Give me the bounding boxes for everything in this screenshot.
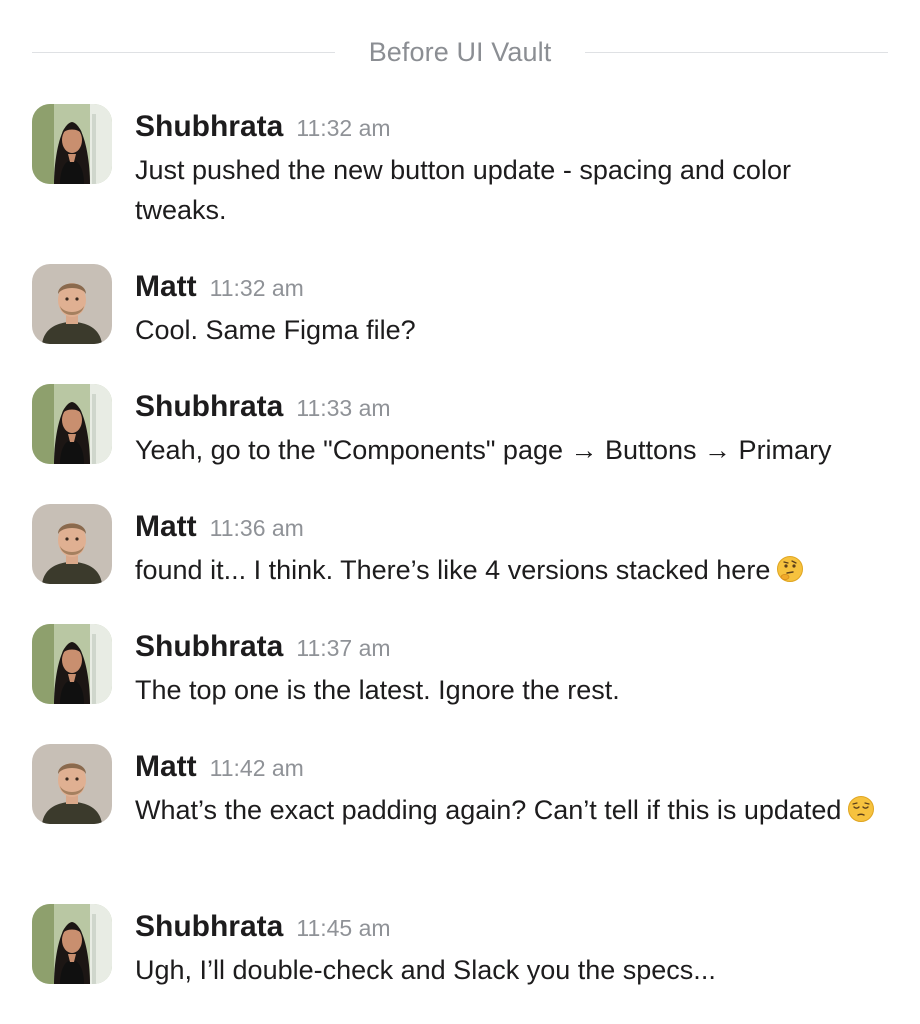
shubhrata-avatar-image — [32, 904, 112, 984]
message-text: The top one is the latest. Ignore the re… — [135, 675, 620, 705]
shubhrata-avatar-image — [32, 384, 112, 464]
avatar[interactable] — [32, 504, 112, 584]
avatar[interactable] — [32, 624, 112, 704]
avatar[interactable] — [32, 744, 112, 824]
author-name[interactable]: Matt — [135, 270, 197, 304]
pensive-face-icon — [847, 794, 875, 834]
matt-avatar-image — [32, 264, 112, 344]
date-divider: Before UI Vault — [32, 28, 888, 76]
author-name[interactable]: Matt — [135, 510, 197, 544]
divider-label: Before UI Vault — [368, 36, 552, 67]
timestamp[interactable]: 11:45 am — [296, 915, 390, 942]
message-text: Ugh, I’ll double-check and Slack you the… — [135, 955, 716, 985]
timestamp[interactable]: 11:42 am — [210, 755, 304, 782]
shubhrata-avatar-image — [32, 104, 112, 184]
avatar[interactable] — [32, 264, 112, 344]
message-text: What’s the exact padding again? Can’t te… — [135, 790, 885, 834]
timestamp[interactable]: 11:32 am — [296, 115, 390, 142]
avatar[interactable] — [32, 904, 112, 984]
timestamp[interactable]: 11:36 am — [210, 515, 304, 542]
message-text-body: found it... I think. There’s like 4 vers… — [135, 555, 771, 585]
thinking-face-icon — [776, 554, 804, 594]
message-text: found it... I think. There’s like 4 vers… — [135, 550, 885, 594]
timestamp[interactable]: 11:32 am — [210, 275, 304, 302]
matt-avatar-image — [32, 504, 112, 584]
author-name[interactable]: Shubhrata — [135, 390, 283, 424]
matt-avatar-image — [32, 744, 112, 824]
avatar[interactable] — [32, 104, 112, 184]
shubhrata-avatar-image — [32, 624, 112, 704]
author-name[interactable]: Shubhrata — [135, 110, 283, 144]
divider-line-left — [32, 51, 335, 53]
timestamp[interactable]: 11:37 am — [296, 635, 390, 662]
message-text-body: What’s the exact padding again? Can’t te… — [135, 795, 842, 825]
author-name[interactable]: Shubhrata — [135, 910, 283, 944]
author-name[interactable]: Shubhrata — [135, 630, 283, 664]
message-text: Just pushed the new button update - spac… — [135, 155, 791, 225]
author-name[interactable]: Matt — [135, 750, 197, 784]
timestamp[interactable]: 11:33 am — [296, 395, 390, 422]
message-text: Cool. Same Figma file? — [135, 315, 416, 345]
divider-line-right — [585, 51, 888, 53]
avatar[interactable] — [32, 384, 112, 464]
message-text: Yeah, go to the "Components" page → Butt… — [135, 435, 832, 465]
